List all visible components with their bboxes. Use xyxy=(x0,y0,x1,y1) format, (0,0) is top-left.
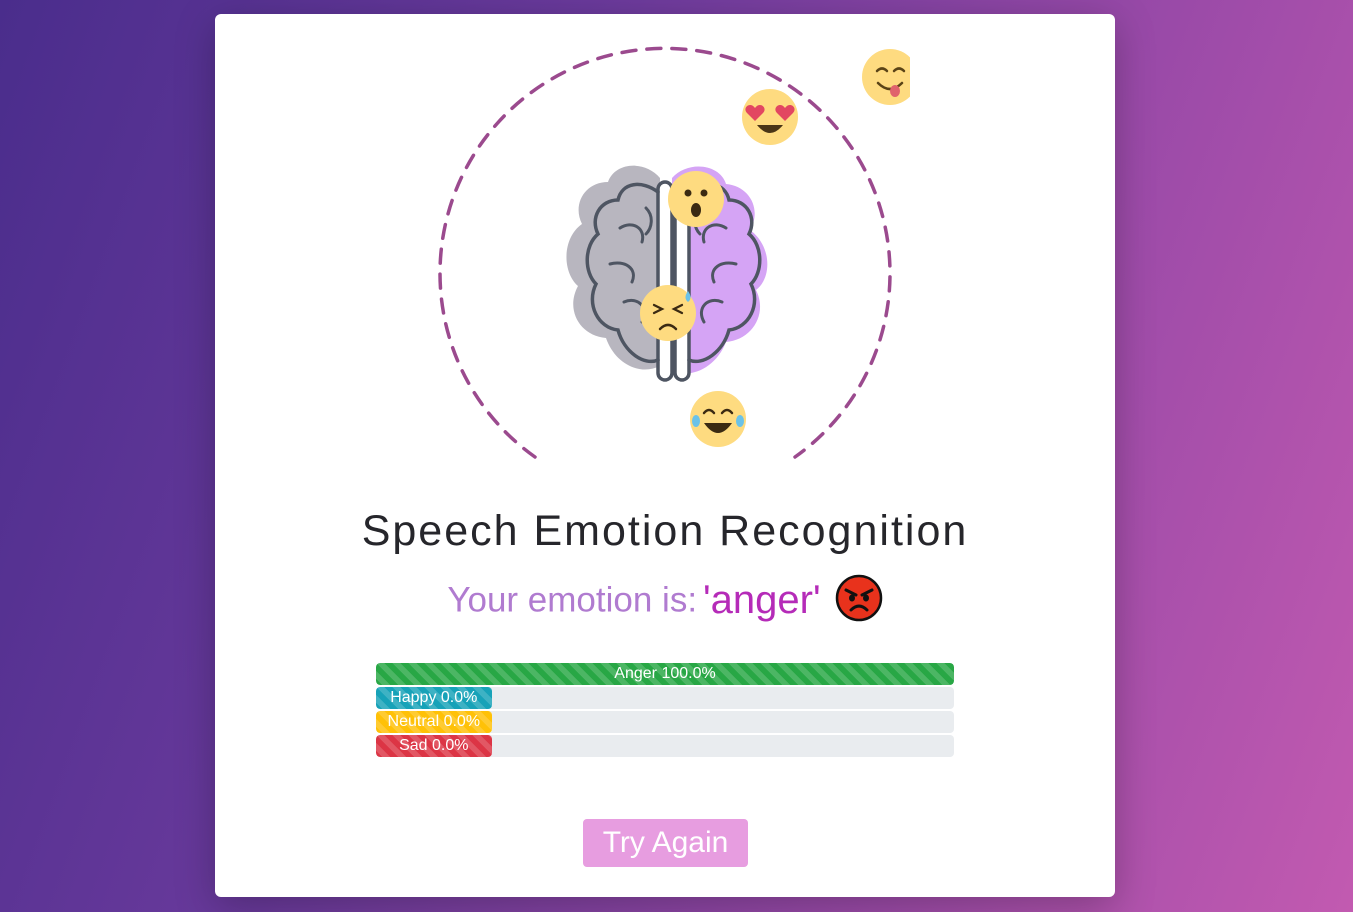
brain-icon xyxy=(566,165,768,382)
emotion-probability-bars: Anger 100.0% Happy 0.0% Neutral 0.0% Sad… xyxy=(376,663,954,759)
laughing-tears-emoji xyxy=(690,391,746,447)
sad-bar-label: Sad 0.0% xyxy=(399,737,469,754)
happy-bar-label: Happy 0.0% xyxy=(390,689,478,706)
heart-eyes-emoji xyxy=(742,89,798,145)
neutral-bar-label: Neutral 0.0% xyxy=(387,713,481,730)
happy-progress-bar: Happy 0.0% xyxy=(376,687,954,709)
surprised-emoji xyxy=(668,171,724,227)
page-title: Speech Emotion Recognition xyxy=(361,507,969,555)
emotion-brain-illustration xyxy=(438,46,910,459)
smiling-tongue-emoji xyxy=(862,49,910,105)
emotion-result-prefix: Your emotion is: xyxy=(447,580,698,620)
emotion-result: Your emotion is:'anger' xyxy=(215,574,1115,627)
neutral-progress-bar: Neutral 0.0% xyxy=(376,711,954,733)
anger-bar-label: Anger 100.0% xyxy=(614,665,716,682)
emotion-result-value: 'anger' xyxy=(703,578,821,622)
result-card: Speech Emotion Recognition Your emotion … xyxy=(215,14,1115,897)
nervous-emoji xyxy=(640,285,696,341)
anger-progress-bar: Anger 100.0% xyxy=(376,663,954,685)
try-again-button[interactable]: Try Again xyxy=(583,819,748,867)
pouting-face-emoji xyxy=(835,574,883,627)
sad-progress-bar: Sad 0.0% xyxy=(376,735,954,757)
